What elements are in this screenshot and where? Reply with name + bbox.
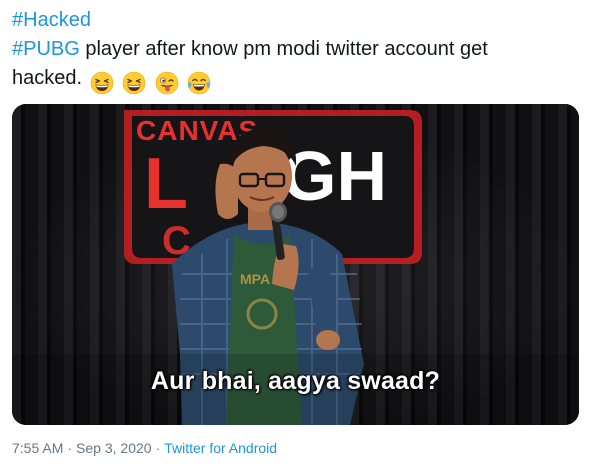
tweet-body-text: player after know pm modi twitter accoun… — [79, 38, 488, 60]
tweet-metadata: 7:55 AM · Sep 3, 2020 · Twitter for Android — [12, 440, 277, 456]
separator-dot-2: · — [155, 440, 161, 456]
tweet-time[interactable]: 7:55 AM — [12, 440, 63, 456]
tweet-body-text-end: hacked. — [12, 67, 83, 89]
tweet-line-2: #PUBG player after know pm modi twitter … — [12, 35, 577, 64]
grinning-squinting-face-icon — [90, 71, 113, 95]
tweet-source-link[interactable]: Twitter for Android — [164, 440, 277, 456]
separator-dot: · — [67, 440, 73, 456]
sign-text-laugh-gh: GH — [282, 137, 387, 215]
grinning-squinting-face-icon — [122, 71, 146, 95]
svg-text:MPA: MPA — [240, 271, 270, 287]
tweet-date[interactable]: Sep 3, 2020 — [76, 440, 152, 456]
hashtag-pubg[interactable]: #PUBG — [12, 38, 80, 60]
video-subtitle: Aur bhai, aagya swaad? — [150, 367, 441, 395]
emoji-row — [90, 68, 215, 97]
tweet-text: #Hacked #PUBG player after know pm modi … — [12, 6, 577, 97]
tweet-media-image[interactable]: CANVAS L GH C MPA Aur bhai, aagya swaad? — [12, 104, 579, 425]
hashtag-hacked[interactable]: #Hacked — [12, 9, 91, 31]
sign-text-laugh-l: L — [144, 144, 188, 224]
winking-face-with-tongue-icon — [155, 71, 179, 95]
tweet-line-1: #Hacked — [12, 6, 577, 35]
face-with-tears-of-joy-icon — [188, 71, 211, 95]
tweet-line-3: hacked. — [12, 64, 577, 97]
